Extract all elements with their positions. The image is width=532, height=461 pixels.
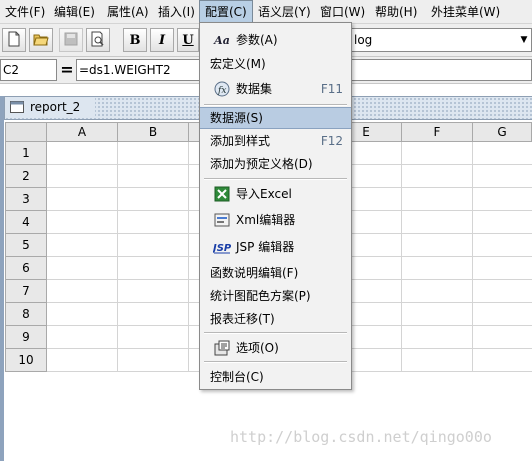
menu-item-options[interactable]: 选项(O) bbox=[200, 336, 351, 360]
save-icon bbox=[64, 32, 78, 49]
svg-text:JSP: JSP bbox=[213, 243, 231, 254]
menu-item-console[interactable]: 控制台(C) bbox=[200, 365, 351, 389]
menu-edit[interactable]: 编辑(E) bbox=[49, 0, 100, 24]
menu-item-label: 数据源(S) bbox=[210, 111, 263, 125]
row-header[interactable]: 4 bbox=[5, 211, 47, 234]
print-preview-button[interactable] bbox=[86, 28, 110, 52]
row-header[interactable]: 10 bbox=[5, 349, 47, 372]
window-icon bbox=[10, 101, 24, 113]
shortcut-label: F12 bbox=[320, 134, 343, 148]
italic-button[interactable]: I bbox=[150, 28, 174, 52]
cell-reference-field[interactable]: C2 bbox=[0, 59, 57, 81]
menu-plugins[interactable]: 外挂菜单(W) bbox=[426, 0, 505, 24]
shortcut-label: F11 bbox=[320, 82, 343, 96]
column-header[interactable]: B bbox=[118, 122, 189, 142]
menu-bar: 文件(F) 编辑(E) 属性(A) 插入(I) 配置(C) 语义层(Y) 窗口(… bbox=[0, 0, 532, 24]
underline-button[interactable]: U bbox=[177, 28, 199, 52]
equals-icon: = bbox=[60, 60, 74, 79]
menu-item-label: JSP 编辑器 bbox=[236, 240, 295, 254]
menu-separator bbox=[204, 178, 347, 180]
row-header[interactable]: 2 bbox=[5, 165, 47, 188]
open-button[interactable] bbox=[29, 28, 53, 52]
menu-config[interactable]: 配置(C) bbox=[199, 0, 253, 24]
menu-item-label: 导入Excel bbox=[236, 187, 292, 201]
jsp-icon: JSP bbox=[213, 239, 231, 255]
column-header[interactable]: G bbox=[473, 122, 532, 142]
menu-item-macro[interactable]: 宏定义(M) bbox=[200, 52, 351, 76]
menu-separator bbox=[204, 332, 347, 334]
row-header[interactable]: 3 bbox=[5, 188, 47, 211]
menu-file[interactable]: 文件(F) bbox=[0, 0, 50, 24]
font-combo[interactable]: log ▼ bbox=[349, 28, 532, 52]
options-icon bbox=[213, 340, 231, 356]
menu-item-import-excel[interactable]: 导入Excel bbox=[200, 182, 351, 206]
open-folder-icon bbox=[33, 32, 49, 49]
xml-editor-icon bbox=[213, 212, 231, 228]
svg-text:fx: fx bbox=[217, 86, 226, 96]
menu-help[interactable]: 帮助(H) bbox=[370, 0, 422, 24]
row-header[interactable]: 8 bbox=[5, 303, 47, 326]
font-aa-icon: Aa bbox=[214, 33, 230, 47]
menu-item-params[interactable]: Aa 参数(A) bbox=[200, 28, 351, 52]
row-header[interactable]: 9 bbox=[5, 326, 47, 349]
menu-properties[interactable]: 属性(A) bbox=[102, 0, 154, 24]
new-file-button[interactable] bbox=[2, 28, 26, 52]
row-header[interactable]: 5 bbox=[5, 234, 47, 257]
document-title: report_2 bbox=[30, 100, 81, 114]
menu-item-report-migrate[interactable]: 报表迁移(T) bbox=[200, 307, 351, 331]
menu-item-label: Xml编辑器 bbox=[236, 213, 296, 227]
menu-item-label: 添加为预定义格(D) bbox=[210, 157, 313, 171]
menu-item-label: 宏定义(M) bbox=[210, 57, 266, 71]
menu-window[interactable]: 窗口(W) bbox=[315, 0, 370, 24]
menu-item-label: 参数(A) bbox=[236, 33, 278, 47]
grid-corner[interactable] bbox=[5, 122, 47, 142]
menu-item-xml-editor[interactable]: Xml编辑器 bbox=[200, 208, 351, 232]
row-header[interactable]: 6 bbox=[5, 257, 47, 280]
menu-item-chart-colors[interactable]: 统计图配色方案(P) bbox=[200, 284, 351, 308]
menu-item-add-format[interactable]: 添加为预定义格(D) bbox=[200, 152, 351, 176]
menu-semantic-layer[interactable]: 语义层(Y) bbox=[253, 0, 316, 24]
menu-item-label: 报表迁移(T) bbox=[210, 312, 275, 326]
menu-item-jsp-editor[interactable]: JSP JSP 编辑器 bbox=[200, 235, 351, 259]
menu-item-label: 函数说明编辑(F) bbox=[210, 266, 299, 280]
watermark-text: http://blog.csdn.net/qingo00o bbox=[230, 428, 492, 446]
new-file-icon bbox=[7, 31, 21, 50]
menu-item-label: 控制台(C) bbox=[210, 370, 264, 384]
bold-button[interactable]: B bbox=[123, 28, 147, 52]
menu-item-func-editor[interactable]: 函数说明编辑(F) bbox=[200, 261, 351, 285]
menu-item-label: 数据集 bbox=[236, 82, 273, 96]
document-tab[interactable]: report_2 bbox=[5, 97, 95, 117]
menu-insert[interactable]: 插入(I) bbox=[153, 0, 200, 24]
menu-item-label: 选项(O) bbox=[236, 341, 279, 355]
config-dropdown-menu: Aa 参数(A) 宏定义(M) fx 数据集 F11 数据源(S) 添加到样式 … bbox=[199, 22, 352, 390]
window-left-border bbox=[0, 96, 4, 461]
row-header[interactable]: 7 bbox=[5, 280, 47, 303]
font-combo-value: log bbox=[354, 33, 373, 47]
menu-separator bbox=[204, 104, 347, 106]
dataset-icon: fx bbox=[213, 81, 231, 97]
menu-item-label: 添加到样式 bbox=[210, 134, 271, 148]
column-header[interactable]: F bbox=[402, 122, 473, 142]
menu-item-datasets[interactable]: fx 数据集 F11 bbox=[200, 77, 351, 101]
menu-item-add-style[interactable]: 添加到样式 F12 bbox=[200, 129, 351, 153]
chevron-down-icon[interactable]: ▼ bbox=[517, 29, 531, 51]
menu-separator bbox=[204, 361, 347, 363]
column-header[interactable]: A bbox=[47, 122, 118, 142]
row-header[interactable]: 1 bbox=[5, 142, 47, 165]
menu-item-label: 统计图配色方案(P) bbox=[210, 289, 311, 303]
save-button[interactable] bbox=[59, 28, 83, 52]
menu-item-datasource[interactable]: 数据源(S) bbox=[200, 107, 351, 129]
excel-icon bbox=[213, 186, 231, 202]
print-preview-icon bbox=[90, 31, 106, 50]
